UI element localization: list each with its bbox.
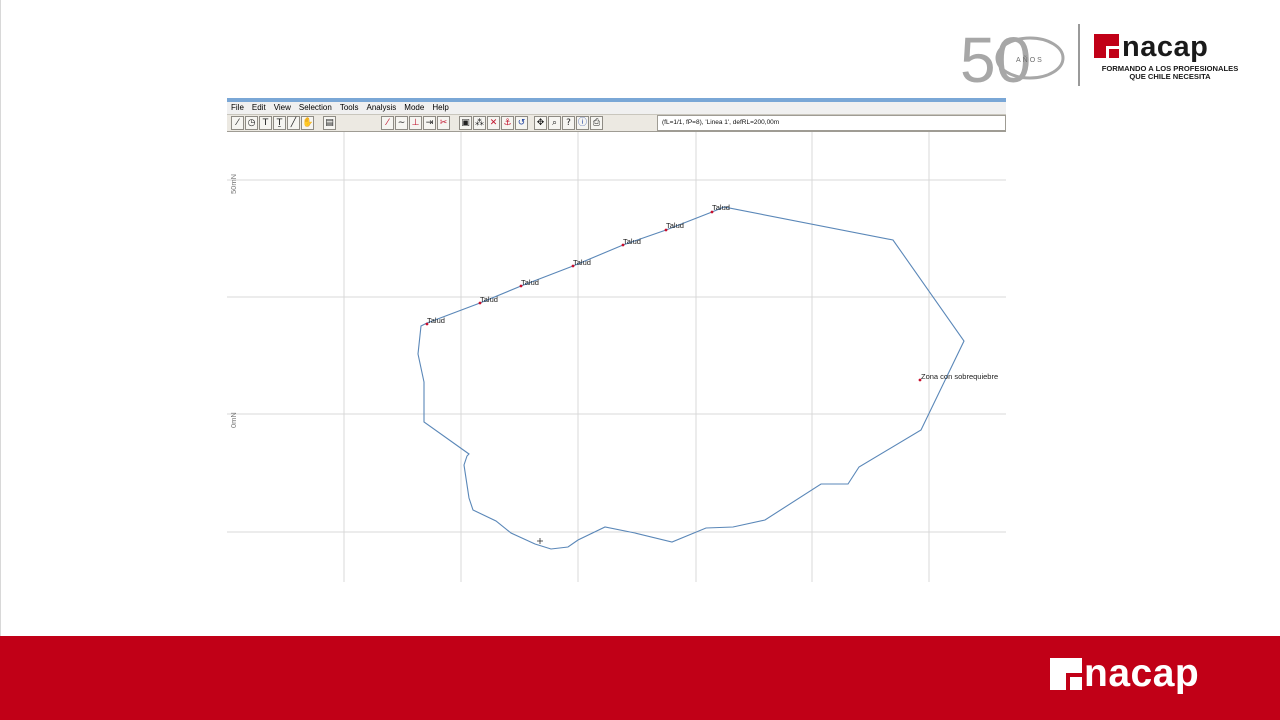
hand-icon[interactable]: ✋ (301, 116, 314, 130)
menu-file[interactable]: File (231, 103, 244, 113)
point-label-3: Talud (521, 278, 539, 287)
inacap-logo-word-bottom: nacap (1084, 652, 1200, 695)
point-label-4: Talud (573, 258, 591, 267)
text-tool-icon[interactable]: T (259, 116, 272, 130)
cad-app-screenshot: File Edit View Selection Tools Analysis … (227, 98, 1006, 582)
menu-view[interactable]: View (274, 103, 291, 113)
slide-left-edge (0, 0, 1, 636)
logo-tagline: FORMANDO A LOS PROFESIONALES QUE CHILE N… (1090, 65, 1250, 81)
text-tool-alt-icon[interactable]: Ṯ (273, 116, 286, 130)
point-label-1: Talud (427, 316, 445, 325)
excavation-profile-line[interactable] (417, 206, 965, 550)
clock-icon[interactable]: ◷ (245, 116, 258, 130)
scatter-icon[interactable]: ⁂ (473, 116, 486, 130)
survey-points (425, 210, 922, 382)
zone-label: Zona con sobrequiebre (921, 372, 998, 381)
print-icon[interactable]: ⎙ (590, 116, 603, 130)
cut-icon[interactable]: ✂ (437, 116, 450, 130)
layers-icon[interactable]: ▤ (323, 116, 336, 130)
anchor-icon[interactable]: ⚓ (501, 116, 514, 130)
menu-bar: File Edit View Selection Tools Analysis … (227, 102, 1006, 114)
help-cursor-icon[interactable]: ? (562, 116, 575, 130)
point-labels: Talud Talud Talud Talud Talud Talud Talu… (427, 203, 998, 381)
menu-analysis[interactable]: Analysis (367, 103, 397, 113)
node-icon[interactable]: ⊥ (409, 116, 422, 130)
toolbar-group-view: ▤ (323, 116, 337, 131)
move-icon[interactable]: ✥ (534, 116, 547, 130)
toolbar-group-draw: ⁄ ◷ T Ṯ ╱ ✋ (231, 116, 315, 131)
toolbar-group-navigate: ✥ ⌕ ? ⓘ ⎙ (534, 116, 604, 131)
toolbar-group-edit: ⁄ ∼ ⊥ ⇥ ✂ (381, 116, 451, 131)
toolbar-group-analysis: ▣ ⁂ ✕ ⚓ ↺ (459, 116, 529, 131)
point-label-7: Talud (712, 203, 730, 212)
frame-icon[interactable]: ▣ (459, 116, 472, 130)
logo-mark-bar-bottom (1070, 677, 1082, 690)
cross-icon[interactable]: ✕ (487, 116, 500, 130)
inacap-logo-word-top: nacap (1122, 31, 1209, 63)
cursor-crosshair-icon (537, 538, 543, 544)
drawing-canvas[interactable]: 50mN 0mN Talud Talud Talud Talud Talud T… (227, 132, 1006, 582)
draw-line-icon[interactable]: ⁄ (231, 116, 244, 130)
point-label-5: Talud (623, 237, 641, 246)
point-label-2: Talud (480, 295, 498, 304)
segment-icon[interactable]: ⁄ (381, 116, 394, 130)
menu-tools[interactable]: Tools (340, 103, 359, 113)
point-label-6: Talud (666, 221, 684, 230)
anniversary-label: AÑOS (1016, 55, 1044, 64)
logo-mark-bar (1109, 49, 1119, 58)
info-icon[interactable]: ⓘ (576, 116, 589, 130)
curve-icon[interactable]: ∼ (395, 116, 408, 130)
axis-label-lower: 0mN (229, 412, 238, 428)
select-icon[interactable]: ⇥ (423, 116, 436, 130)
menu-mode[interactable]: Mode (404, 103, 424, 113)
brand-divider (1078, 24, 1080, 86)
anniversary-emblem: 50 AÑOS (960, 24, 1065, 88)
status-field: (fL=1/1, fP=8), 'Linea 1', defRL=200,00m (657, 115, 1006, 131)
undo-icon[interactable]: ↺ (515, 116, 528, 130)
pen-icon[interactable]: ╱ (287, 116, 300, 130)
zoom-icon[interactable]: ⌕ (548, 116, 561, 130)
grid (227, 132, 1006, 582)
tagline-line-2: QUE CHILE NECESITA (1129, 72, 1211, 81)
menu-selection[interactable]: Selection (299, 103, 332, 113)
menu-edit[interactable]: Edit (252, 103, 266, 113)
menu-help[interactable]: Help (432, 103, 448, 113)
axis-label-upper: 50mN (229, 174, 238, 194)
